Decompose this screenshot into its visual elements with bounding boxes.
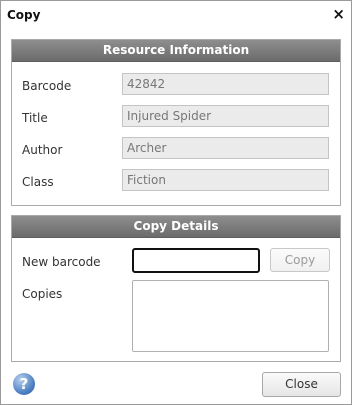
barcode-field: 42842 xyxy=(122,73,329,95)
title-label: Title xyxy=(22,111,48,125)
copy-button[interactable]: Copy xyxy=(270,248,330,272)
help-icon[interactable]: ? xyxy=(13,373,35,395)
author-field: Archer xyxy=(122,137,329,159)
barcode-label: Barcode xyxy=(22,79,72,93)
new-barcode-input[interactable] xyxy=(132,248,260,273)
close-button[interactable]: Close xyxy=(262,372,341,397)
author-label: Author xyxy=(22,143,63,157)
new-barcode-label: New barcode xyxy=(22,255,101,269)
close-icon[interactable]: × xyxy=(332,5,345,23)
title-field: Injured Spider xyxy=(122,105,329,127)
resource-information-panel: Resource Information Barcode 42842 Title… xyxy=(11,39,341,206)
class-label: Class xyxy=(22,175,54,189)
copies-label: Copies xyxy=(22,287,63,301)
title-bar: Copy × xyxy=(1,1,351,29)
dialog-title: Copy xyxy=(7,8,41,22)
copy-details-header: Copy Details xyxy=(12,216,340,238)
class-field: Fiction xyxy=(122,169,329,191)
copy-dialog: Copy × Resource Information Barcode 4284… xyxy=(0,0,352,405)
copy-details-panel: Copy Details New barcode Copy Copies xyxy=(11,215,341,362)
resource-information-header: Resource Information xyxy=(12,40,340,62)
copies-textarea[interactable] xyxy=(132,280,329,352)
